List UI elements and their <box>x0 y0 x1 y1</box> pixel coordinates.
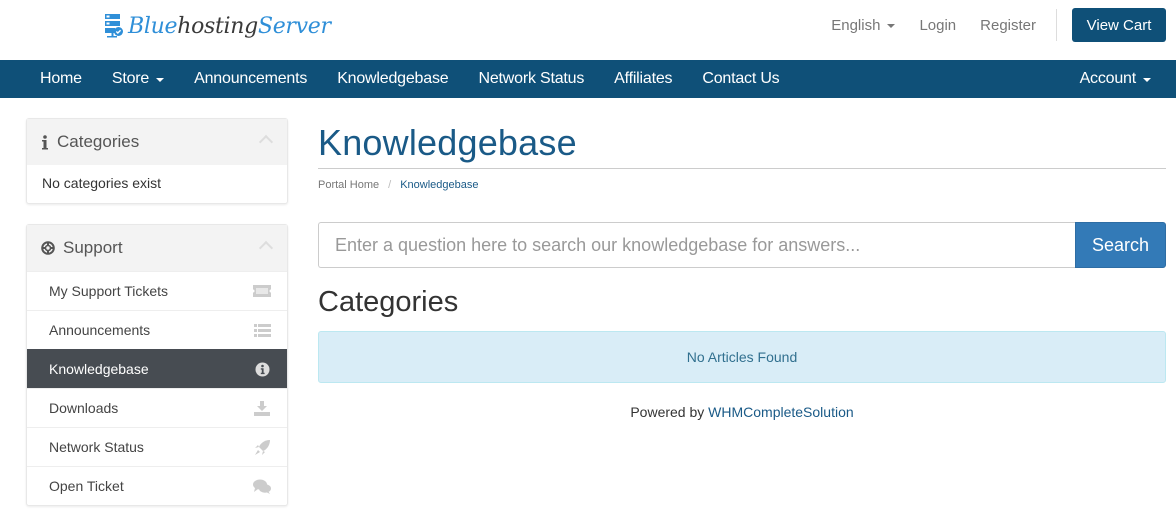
sidebar-item-label: Open Ticket <box>49 478 124 494</box>
categories-heading: Categories <box>318 286 459 318</box>
logo[interactable]: BluehostingServer <box>104 11 331 41</box>
nav-knowledgebase[interactable]: Knowledgebase <box>322 60 463 98</box>
breadcrumb-portal-home[interactable]: Portal Home <box>318 179 379 191</box>
server-check-icon <box>105 14 123 38</box>
info-circle-icon <box>253 361 271 377</box>
chevron-up-icon[interactable] <box>258 240 274 256</box>
nav-label: Account <box>1079 70 1137 87</box>
language-selector[interactable]: English <box>831 16 896 34</box>
nav-label: Contact Us <box>702 70 780 87</box>
view-cart-button[interactable]: View Cart <box>1072 8 1166 42</box>
sidebar-item-label: Knowledgebase <box>49 361 149 377</box>
categories-panel: Categories No categories exist <box>26 118 288 204</box>
nav-account[interactable]: Account <box>1065 60 1166 98</box>
logo-text: BluehostingServer <box>128 13 331 39</box>
sidebar-item-open-ticket[interactable]: Open Ticket <box>27 466 287 505</box>
nav-label: Knowledgebase <box>337 70 449 87</box>
page-title: Knowledgebase <box>318 122 577 163</box>
download-icon <box>253 400 271 416</box>
breadcrumb: Portal Home / Knowledgebase <box>318 179 479 191</box>
nav-label: Home <box>40 70 82 87</box>
nav-label: Store <box>111 70 150 87</box>
nav-announcements[interactable]: Announcements <box>179 60 322 98</box>
divider <box>1056 9 1057 41</box>
title-divider <box>318 168 1166 169</box>
caret-down-icon <box>887 24 896 28</box>
powered-by-footer: Powered by WHMCompleteSolution <box>318 404 1166 420</box>
login-link[interactable]: Login <box>919 17 956 34</box>
sidebar-item-label: Announcements <box>49 322 151 338</box>
sidebar-item-my-support-tickets[interactable]: My Support Tickets <box>27 271 287 310</box>
panel-title: Support <box>63 238 123 257</box>
breadcrumb-knowledgebase[interactable]: Knowledgebase <box>400 179 478 191</box>
chevron-up-icon[interactable] <box>258 134 274 150</box>
register-link[interactable]: Register <box>980 17 1036 34</box>
breadcrumb-separator: / <box>388 179 392 191</box>
search-button[interactable]: Search <box>1075 222 1166 268</box>
ticket-icon <box>253 283 271 299</box>
alert-text: No Articles Found <box>686 349 798 365</box>
nav-label: Affiliates <box>614 70 673 87</box>
sidebar-item-network-status[interactable]: Network Status <box>27 427 287 466</box>
top-header: BluehostingServer English Login Register… <box>0 0 1176 60</box>
language-label: English <box>831 16 881 34</box>
sidebar-item-announcements[interactable]: Announcements <box>27 310 287 349</box>
rocket-icon <box>253 439 271 455</box>
kb-search-form: Search <box>318 222 1166 268</box>
life-ring-icon <box>41 241 55 255</box>
main-nav: Home Store Announcements Knowledgebase N… <box>0 60 1176 98</box>
list-icon <box>253 322 271 338</box>
powered-by-text: Powered by <box>630 404 705 420</box>
sidebar-item-label: Downloads <box>49 400 119 416</box>
support-panel-heading[interactable]: Support <box>27 225 287 271</box>
sidebar-item-downloads[interactable]: Downloads <box>27 388 287 427</box>
nav-label: Announcements <box>194 70 308 87</box>
nav-home[interactable]: Home <box>25 60 97 98</box>
nav-network-status[interactable]: Network Status <box>463 60 599 98</box>
whmcs-link[interactable]: WHMCompleteSolution <box>708 404 854 420</box>
caret-down-icon <box>1143 78 1151 82</box>
no-articles-alert: No Articles Found <box>318 331 1166 383</box>
nav-store[interactable]: Store <box>97 60 179 98</box>
top-links: English Login Register View Cart <box>831 0 1176 50</box>
nav-contact-us[interactable]: Contact Us <box>687 60 794 98</box>
nav-label: Network Status <box>478 70 585 87</box>
caret-down-icon <box>156 78 165 82</box>
nav-affiliates[interactable]: Affiliates <box>599 60 687 98</box>
kb-search-input[interactable] <box>318 222 1075 268</box>
categories-panel-heading[interactable]: Categories <box>27 119 287 165</box>
support-panel: Support My Support Tickets Announcements… <box>26 224 288 506</box>
sidebar-item-label: Network Status <box>49 439 144 455</box>
info-icon <box>42 134 48 149</box>
sidebar-item-knowledgebase[interactable]: Knowledgebase <box>27 349 287 388</box>
panel-title: Categories <box>57 132 140 151</box>
sidebar-item-label: My Support Tickets <box>49 283 169 299</box>
no-categories-text: No categories exist <box>42 175 162 191</box>
comments-icon <box>253 478 271 494</box>
